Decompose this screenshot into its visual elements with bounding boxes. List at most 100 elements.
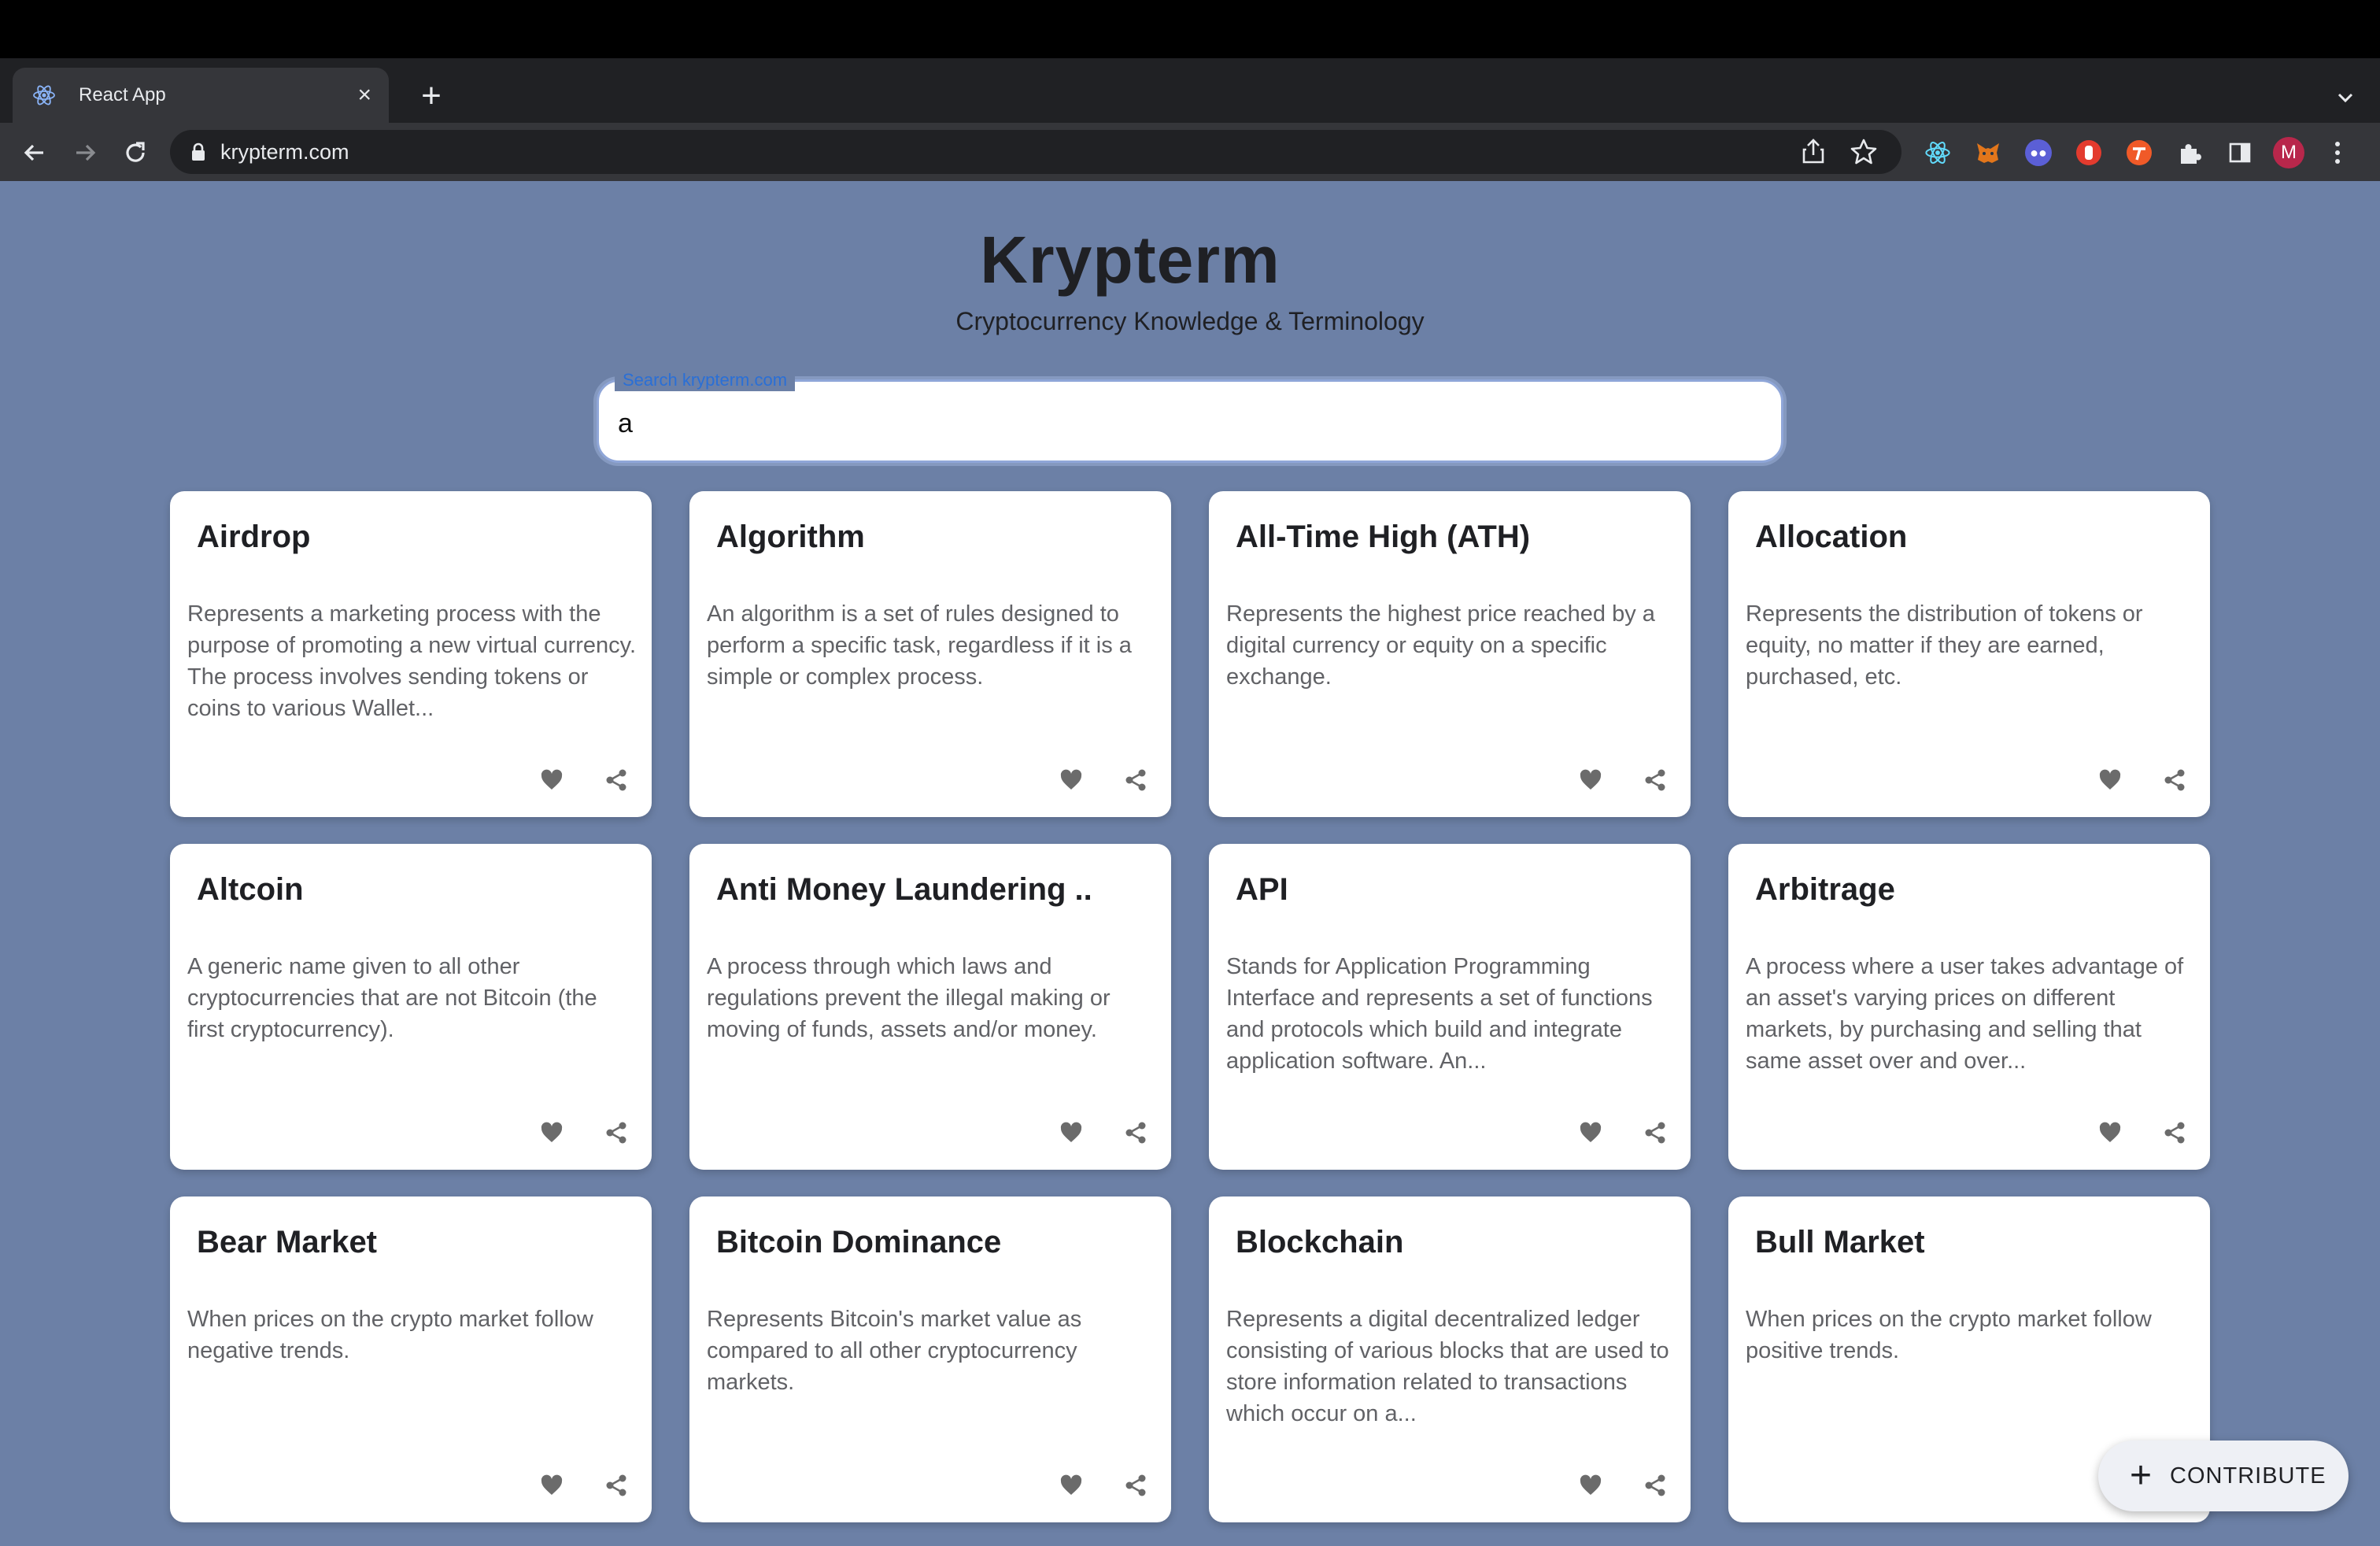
card-actions bbox=[1577, 1119, 1669, 1146]
share-icon[interactable] bbox=[2161, 1119, 2188, 1146]
card-actions bbox=[538, 1472, 630, 1499]
browser-menu-icon[interactable] bbox=[2320, 135, 2355, 170]
search-input[interactable] bbox=[618, 402, 1751, 445]
share-icon[interactable] bbox=[603, 767, 630, 793]
react-devtools-extension-icon[interactable] bbox=[1920, 135, 1955, 170]
term-title: Algorithm bbox=[716, 520, 865, 554]
card-actions bbox=[1577, 1472, 1669, 1499]
card-actions bbox=[1577, 767, 1669, 793]
metamask-extension-icon[interactable] bbox=[1971, 135, 2005, 170]
term-description: Stands for Application Programming Inter… bbox=[1226, 954, 1653, 1074]
share-icon[interactable] bbox=[1642, 767, 1669, 793]
term-title: Anti Money Laundering .. bbox=[716, 872, 1092, 907]
term-card[interactable]: Anti Money Laundering .. A process throug… bbox=[689, 844, 1171, 1170]
contribute-button[interactable]: + CONTRIBUTE bbox=[2098, 1441, 2349, 1511]
plus-icon: + bbox=[2130, 1455, 2153, 1496]
term-title: Airdrop bbox=[197, 520, 311, 554]
share-icon[interactable] bbox=[1122, 1119, 1149, 1146]
heart-icon[interactable] bbox=[2097, 767, 2123, 793]
profile-avatar[interactable]: M bbox=[2273, 137, 2304, 168]
term-title: Arbitrage bbox=[1755, 872, 1895, 907]
heart-icon[interactable] bbox=[1577, 1472, 1604, 1499]
term-description: When prices on the crypto market follow … bbox=[187, 1307, 593, 1363]
term-description: Represents the highest price reached by … bbox=[1226, 601, 1655, 690]
heart-icon[interactable] bbox=[538, 1119, 565, 1146]
share-icon[interactable] bbox=[603, 1119, 630, 1146]
contribute-label: CONTRIBUTE bbox=[2170, 1463, 2326, 1489]
hand-extension-icon[interactable] bbox=[2071, 135, 2106, 170]
share-page-icon[interactable] bbox=[1798, 136, 1829, 172]
term-description: When prices on the crypto market follow … bbox=[1746, 1307, 2152, 1363]
heart-icon[interactable] bbox=[1577, 767, 1604, 793]
heart-icon[interactable] bbox=[1058, 767, 1085, 793]
term-card[interactable]: Airdrop Represents a marketing process wi… bbox=[170, 491, 652, 817]
extensions-area: ●● M bbox=[1920, 131, 2355, 175]
heart-icon[interactable] bbox=[1058, 1119, 1085, 1146]
share-icon[interactable] bbox=[1642, 1119, 1669, 1146]
term-title: Bitcoin Dominance bbox=[716, 1225, 1002, 1259]
term-title: Blockchain bbox=[1236, 1225, 1404, 1259]
site-title: Krypterm bbox=[980, 223, 1281, 297]
term-card[interactable]: Bitcoin Dominance Represents Bitcoin's ma… bbox=[689, 1196, 1171, 1522]
term-card[interactable]: Altcoin A generic name given to all other… bbox=[170, 844, 652, 1170]
lock-icon bbox=[192, 142, 205, 161]
puzzle-extensions-icon[interactable] bbox=[2172, 135, 2207, 170]
share-icon[interactable] bbox=[1122, 767, 1149, 793]
address-bar[interactable]: krypterm.com bbox=[170, 130, 1901, 174]
browser-tab-strip: React App × + bbox=[0, 58, 2380, 123]
search-field[interactable]: Search krypterm.com bbox=[597, 369, 1783, 463]
heart-icon[interactable] bbox=[2097, 1119, 2123, 1146]
arrow-left-icon bbox=[24, 144, 43, 161]
heart-icon[interactable] bbox=[538, 767, 565, 793]
card-actions bbox=[2097, 767, 2188, 793]
term-card[interactable]: Arbitrage A process where a user takes ad… bbox=[1728, 844, 2210, 1170]
bookmark-star-icon[interactable] bbox=[1848, 136, 1879, 172]
term-card[interactable]: Bear Market When prices on the crypto mar… bbox=[170, 1196, 652, 1522]
ghost-extension-icon[interactable]: ●● bbox=[2021, 135, 2056, 170]
heart-icon[interactable] bbox=[538, 1472, 565, 1499]
t-extension-icon[interactable] bbox=[2122, 135, 2156, 170]
tab-search-button[interactable] bbox=[2330, 82, 2361, 113]
term-description: Represents a digital decentralized ledge… bbox=[1226, 1307, 1669, 1426]
card-actions bbox=[1058, 767, 1149, 793]
term-description: Represents Bitcoin's market value as com… bbox=[707, 1307, 1082, 1395]
share-icon[interactable] bbox=[1122, 1472, 1149, 1499]
site-subtitle: Cryptocurrency Knowledge & Terminology bbox=[955, 307, 1425, 335]
back-button[interactable] bbox=[16, 134, 54, 172]
term-description: A process where a user takes advantage o… bbox=[1746, 954, 2184, 1074]
heart-icon[interactable] bbox=[1577, 1119, 1604, 1146]
new-tab-button[interactable]: + bbox=[409, 74, 453, 118]
term-card[interactable]: Algorithm An algorithm is a set of rules … bbox=[689, 491, 1171, 817]
term-title: API bbox=[1236, 872, 1288, 907]
term-title: Altcoin bbox=[197, 872, 304, 907]
share-icon[interactable] bbox=[603, 1472, 630, 1499]
terms-grid: Airdrop Represents a marketing process wi… bbox=[170, 491, 2210, 1522]
browser-toolbar: krypterm.com ●● M bbox=[0, 123, 2380, 181]
side-panel-icon[interactable] bbox=[2223, 135, 2257, 170]
term-description: Represents the distribution of tokens or… bbox=[1746, 601, 2143, 690]
close-tab-icon[interactable]: × bbox=[357, 83, 371, 107]
arrow-right-icon bbox=[76, 144, 96, 161]
term-card[interactable]: All-Time High (ATH) Represents the highes… bbox=[1209, 491, 1691, 817]
share-icon[interactable] bbox=[2161, 767, 2188, 793]
term-title: Bear Market bbox=[197, 1225, 378, 1259]
term-card[interactable]: API Stands for Application Programming In… bbox=[1209, 844, 1691, 1170]
term-card[interactable]: Blockchain Represents a digital decentral… bbox=[1209, 1196, 1691, 1522]
term-title: All-Time High (ATH) bbox=[1236, 520, 1531, 554]
card-actions bbox=[538, 1119, 630, 1146]
card-actions bbox=[2097, 1119, 2188, 1146]
term-description: Represents a marketing process with the … bbox=[187, 601, 637, 721]
os-menu-bar bbox=[0, 0, 2380, 58]
term-title: Bull Market bbox=[1755, 1225, 1925, 1259]
heart-icon[interactable] bbox=[1058, 1472, 1085, 1499]
search-label: Search krypterm.com bbox=[615, 369, 796, 391]
reload-button[interactable] bbox=[116, 134, 154, 172]
term-card[interactable]: Allocation Represents the distribution of… bbox=[1728, 491, 2210, 817]
forward-button[interactable] bbox=[66, 134, 104, 172]
url-text: krypterm.com bbox=[220, 139, 349, 164]
term-description: A process through which laws and regulat… bbox=[707, 954, 1111, 1042]
card-actions bbox=[538, 767, 630, 793]
browser-tab[interactable]: React App × bbox=[13, 68, 389, 123]
share-icon[interactable] bbox=[1642, 1472, 1669, 1499]
chevron-down-icon bbox=[2338, 93, 2353, 103]
